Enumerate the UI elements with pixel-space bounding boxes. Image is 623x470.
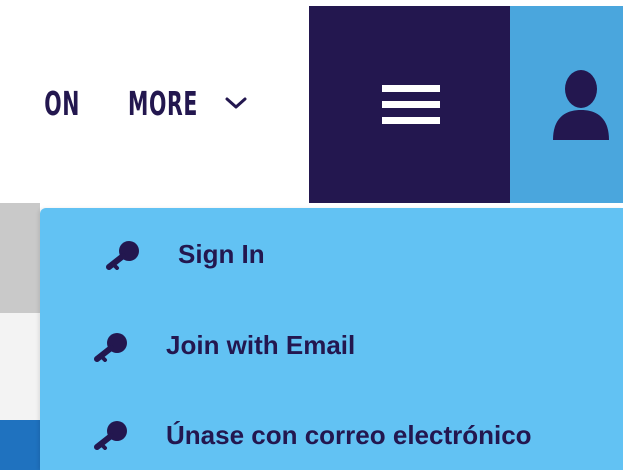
key-icon (94, 421, 127, 450)
background-blue-bar (0, 420, 40, 470)
chevron-down-icon[interactable] (224, 94, 248, 112)
key-icon (94, 333, 127, 362)
page-background (0, 203, 40, 470)
account-button[interactable] (510, 6, 623, 203)
top-navigation-bar: ON MORE (0, 0, 623, 203)
nav-item-partial[interactable]: ON (30, 82, 80, 126)
key-icon (106, 241, 139, 270)
sign-in-label: Sign In (178, 239, 265, 269)
nav-more-link[interactable]: MORE (128, 82, 198, 126)
join-with-email-label: Join with Email (166, 330, 356, 360)
menu-button[interactable] (309, 6, 510, 203)
user-icon (553, 70, 609, 140)
background-panel (0, 313, 40, 420)
nav-item-partial-label: ON (44, 84, 80, 123)
hamburger-icon (382, 85, 440, 124)
account-dropdown-menu: Sign In Join with Email Únase con correo… (40, 208, 623, 470)
join-with-email-spanish-label: Únase con correo electrónico (166, 420, 532, 450)
